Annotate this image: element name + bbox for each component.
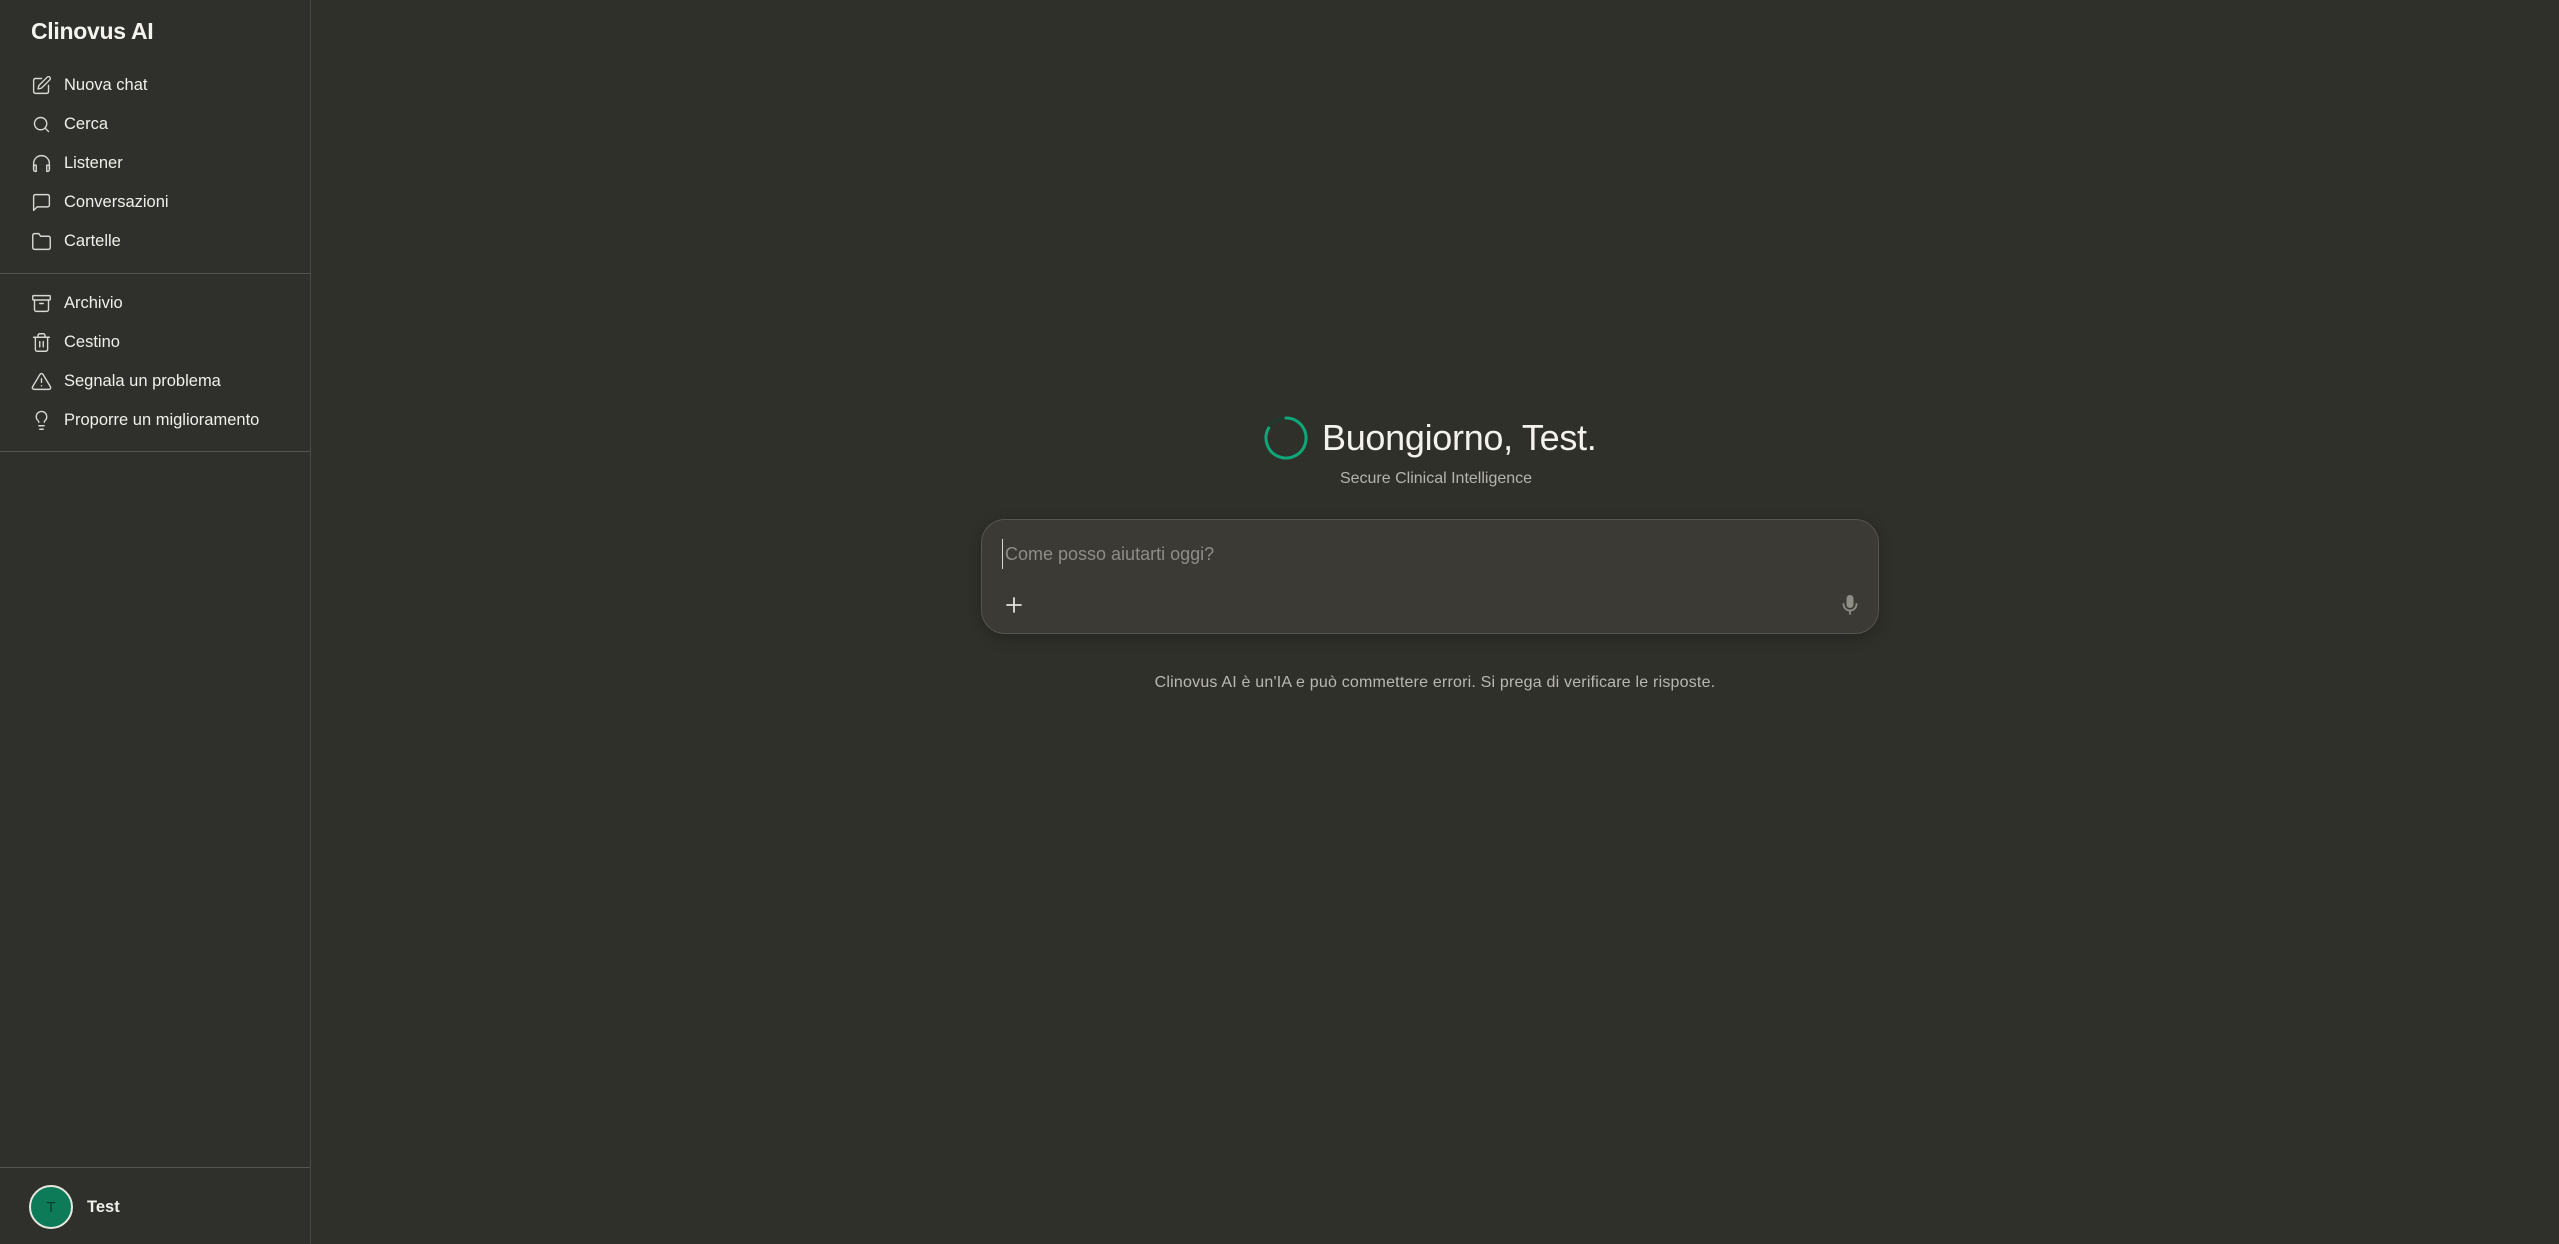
sidebar-item-new-chat[interactable]: Nuova chat	[0, 66, 310, 105]
greeting-text: Buongiorno, Test.	[1322, 417, 1597, 458]
sidebar-item-label: Cartelle	[64, 232, 121, 250]
sidebar-divider	[0, 1167, 310, 1168]
plus-icon	[1006, 597, 1022, 613]
sidebar-item-suggest-improvement[interactable]: Proporre un miglioramento	[0, 401, 310, 440]
disclaimer-text: Clinovus AI è un'IA e può commettere err…	[1154, 674, 1716, 691]
subtitle: Secure Clinical Intelligence	[311, 470, 2559, 488]
loading-spinner-icon	[1264, 416, 1308, 460]
sidebar-item-listener[interactable]: Listener	[0, 144, 310, 183]
sidebar-item-archive[interactable]: Archivio	[0, 284, 310, 323]
sidebar-item-search[interactable]: Cerca	[0, 105, 310, 144]
sidebar-item-label: Cerca	[64, 115, 109, 133]
main-content: Buongiorno, Test. Secure Clinical Intell…	[311, 0, 2559, 1244]
sidebar-item-label: Nuova chat	[64, 76, 148, 94]
brand-title: Clinovus AI	[31, 18, 154, 44]
user-profile[interactable]: T Test	[29, 1185, 120, 1229]
sidebar-item-label: Cestino	[64, 333, 120, 351]
sidebar-item-label: Proporre un miglioramento	[64, 411, 260, 429]
avatar: T	[29, 1185, 73, 1229]
warning-icon	[30, 370, 53, 393]
sidebar-item-folders[interactable]: Cartelle	[0, 222, 310, 261]
sidebar-item-label: Listener	[64, 154, 123, 172]
subtitle-text: Secure Clinical Intelligence	[1339, 470, 1533, 487]
chat-composer	[981, 519, 1879, 634]
trash-icon	[30, 331, 53, 354]
headphones-icon	[30, 152, 53, 175]
sidebar-divider	[0, 273, 310, 274]
sidebar-item-trash[interactable]: Cestino	[0, 323, 310, 362]
chat-bubble-icon	[30, 191, 53, 214]
lightbulb-icon	[30, 409, 53, 432]
edit-icon	[30, 74, 53, 97]
sidebar-divider	[0, 451, 310, 452]
greeting: Buongiorno, Test.	[1262, 413, 1597, 463]
search-icon	[30, 113, 53, 136]
message-input[interactable]	[1002, 539, 1852, 569]
primary-nav: Nuova chat Cerca Listener Conversazioni	[0, 66, 310, 261]
user-name: Test	[87, 1197, 120, 1216]
add-attachment-button[interactable]	[999, 590, 1029, 620]
sidebar-item-conversations[interactable]: Conversazioni	[0, 183, 310, 222]
sidebar-item-label: Archivio	[64, 294, 123, 312]
app-root: Clinovus AI Nuova chat Cerca Listener Co…	[0, 0, 2559, 1244]
microphone-button[interactable]	[1835, 590, 1865, 620]
microphone-icon	[1842, 595, 1858, 615]
secondary-nav: Archivio Cestino Segnala un problema Pro…	[0, 284, 310, 440]
sidebar: Clinovus AI Nuova chat Cerca Listener Co…	[0, 0, 311, 1244]
folder-icon	[30, 230, 53, 253]
sidebar-item-label: Conversazioni	[64, 193, 169, 211]
sidebar-item-label: Segnala un problema	[64, 372, 221, 390]
archive-icon	[30, 292, 53, 315]
sidebar-item-report-problem[interactable]: Segnala un problema	[0, 362, 310, 401]
